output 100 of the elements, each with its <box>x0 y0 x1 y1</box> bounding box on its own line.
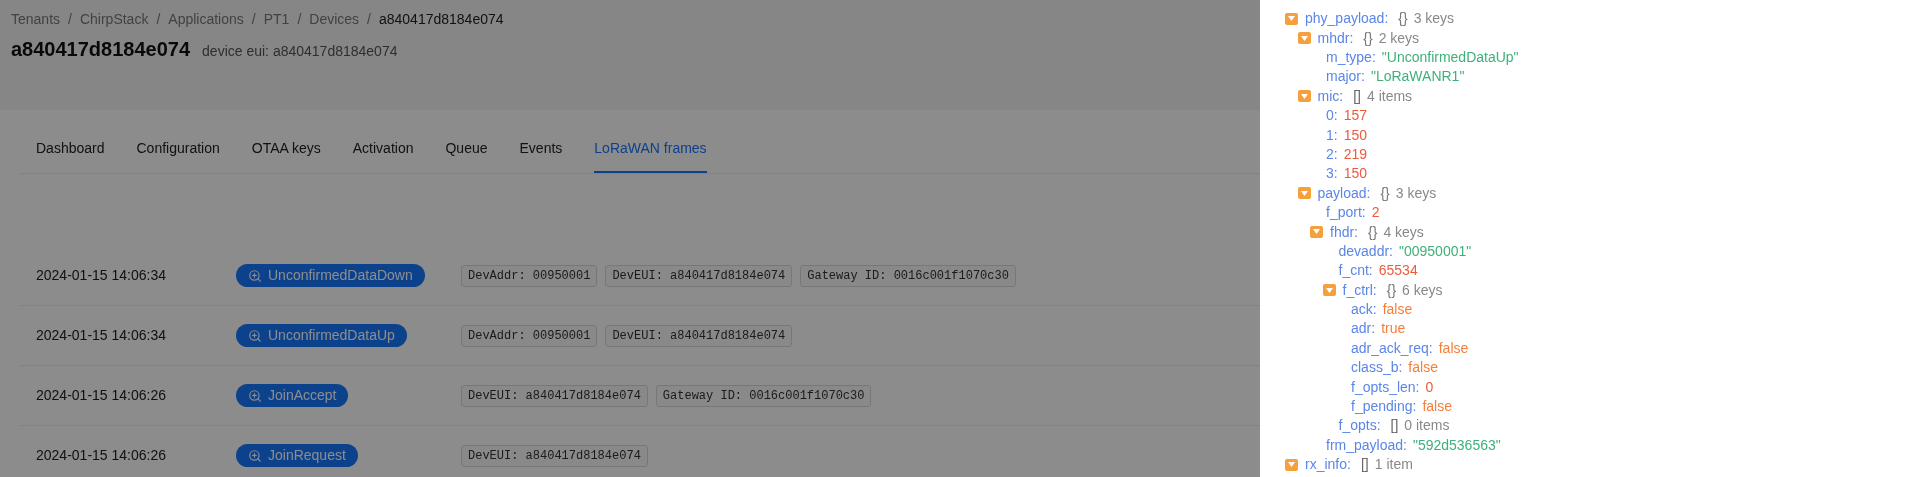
tree-value: 157 <box>1343 106 1368 126</box>
tree-key: major: <box>1326 66 1365 88</box>
frame-time: 2024-01-15 14:06:26 <box>36 446 167 465</box>
breadcrumb-link[interactable]: ChirpStack <box>79 9 149 30</box>
tree-key: class_b: <box>1351 357 1403 379</box>
tree-key: devaddr: <box>1338 240 1393 262</box>
zoom-in-icon <box>248 328 262 343</box>
item-count: 3 keys <box>1413 9 1455 29</box>
tree-key: 0: <box>1326 105 1338 127</box>
tree-key: adr: <box>1351 318 1376 340</box>
tree-key: m_type: <box>1326 47 1376 68</box>
tree-value: "592d536563" <box>1412 435 1501 455</box>
tree-value: true <box>1381 319 1406 339</box>
tree-value: "LoRaWANR1" <box>1370 67 1465 87</box>
tree-key: f_pending: <box>1351 396 1417 417</box>
tree-value: false <box>1438 338 1469 358</box>
breadcrumb-link[interactable]: Devices <box>309 9 360 30</box>
item-count: 4 keys <box>1383 222 1424 242</box>
tree-value: false <box>1422 397 1452 416</box>
tree-key: f_opts: <box>1338 415 1381 437</box>
tab[interactable]: Dashboard <box>36 126 105 173</box>
item-count: 0 items <box>1404 416 1450 436</box>
tree-value: 150 <box>1343 125 1368 145</box>
tree-key: payload: <box>1317 182 1371 204</box>
tree-key: adr_ack_req: <box>1351 337 1433 359</box>
frame-time: 2024-01-15 14:06:26 <box>36 386 167 405</box>
tree-value: "UnconfirmedDataUp" <box>1381 48 1519 67</box>
breadcrumb-link[interactable]: Tenants <box>11 9 61 30</box>
frame-type-button[interactable]: UnconfirmedDataUp <box>236 324 407 347</box>
tree-key: 2: <box>1326 143 1338 165</box>
tree-key: mic: <box>1317 85 1344 107</box>
tree-value: false <box>1408 358 1438 378</box>
expand-caret-icon[interactable] <box>1285 458 1298 471</box>
item-count: 6 keys <box>1402 280 1443 300</box>
frame-tag: DevEUI: a840417d8184e074 <box>605 264 793 287</box>
breadcrumb-separator: / <box>156 10 161 29</box>
item-count: 3 keys <box>1395 183 1437 203</box>
item-count: 1 item <box>1374 455 1413 475</box>
expand-caret-icon[interactable] <box>1297 187 1311 200</box>
tree-value: 2 <box>1371 203 1380 223</box>
zoom-in-icon <box>248 448 262 463</box>
bracket-symbol: {} <box>1368 222 1378 242</box>
tab[interactable]: OTAA keys <box>251 126 321 173</box>
expand-caret-icon[interactable] <box>1310 226 1323 238</box>
tab[interactable]: Queue <box>445 126 488 173</box>
frame-type-button[interactable]: JoinAccept <box>236 384 349 407</box>
tree-value: false <box>1382 300 1413 320</box>
tree-value: 65534 <box>1378 261 1418 281</box>
breadcrumb-separator: / <box>367 10 371 29</box>
frame-tag: DevAddr: 00950001 <box>461 324 598 347</box>
tab[interactable]: Activation <box>352 126 414 173</box>
tree-key: f_cnt: <box>1338 260 1373 282</box>
breadcrumb-link[interactable]: Applications <box>168 9 244 30</box>
item-count: 4 items <box>1366 86 1413 106</box>
breadcrumb-separator: / <box>297 10 302 29</box>
breadcrumb-separator: / <box>251 10 256 29</box>
zoom-in-icon <box>248 388 262 403</box>
bracket-symbol: {} <box>1380 183 1390 203</box>
bracket-symbol: [] <box>1360 455 1369 475</box>
tab[interactable]: Events <box>519 126 563 173</box>
page-title: a840417d8184e074 <box>11 37 191 62</box>
frame-type-button[interactable]: UnconfirmedDataDown <box>236 264 425 287</box>
bracket-symbol: [] <box>1390 416 1399 436</box>
breadcrumb-separator: / <box>68 10 72 29</box>
frame-tag: DevEUI: a840417d8184e074 <box>461 384 648 407</box>
tree-key: frm_payload: <box>1326 434 1407 456</box>
tree-value: "00950001" <box>1399 241 1472 261</box>
tree-key: f_port: <box>1326 202 1366 224</box>
tree-value: 150 <box>1343 164 1368 184</box>
tab[interactable]: Configuration <box>136 126 220 173</box>
tree-key: mhdr: <box>1317 27 1354 49</box>
expand-caret-icon[interactable] <box>1297 90 1311 103</box>
tree-value: 219 <box>1343 144 1368 164</box>
tree-key: f_ctrl: <box>1342 279 1377 301</box>
bracket-symbol: [] <box>1353 86 1361 106</box>
expand-caret-icon[interactable] <box>1322 284 1336 297</box>
frame-tag: Gateway ID: 0016c001f1070c30 <box>800 264 1016 287</box>
zoom-in-icon <box>248 268 262 283</box>
item-count: 2 keys <box>1378 28 1420 48</box>
tree-key: fhdr: <box>1330 221 1358 243</box>
tree-key: 3: <box>1326 163 1338 185</box>
frame-time: 2024-01-15 14:06:34 <box>36 266 167 285</box>
bracket-symbol: {} <box>1386 280 1397 300</box>
tree-key: f_opts_len: <box>1351 376 1420 398</box>
bracket-symbol: {} <box>1363 28 1373 48</box>
frame-tag: Gateway ID: 0016c001f1070c30 <box>655 384 872 407</box>
page-subtitle: device eui: a840417d8184e074 <box>202 42 398 61</box>
tree-key: ack: <box>1351 299 1377 321</box>
frame-time: 2024-01-15 14:06:34 <box>36 326 167 345</box>
tree-key: 1: <box>1326 124 1338 146</box>
breadcrumb-link[interactable]: PT1 <box>263 9 290 30</box>
tab[interactable]: LoRaWAN frames <box>594 126 707 173</box>
bracket-symbol: {} <box>1398 9 1408 29</box>
frame-type-button[interactable]: JoinRequest <box>236 444 358 467</box>
tree-value: 0 <box>1425 377 1434 397</box>
frame-tag: DevEUI: a840417d8184e074 <box>461 444 648 467</box>
tree-key: rx_info: <box>1305 454 1351 476</box>
expand-caret-icon[interactable] <box>1297 32 1311 45</box>
expand-caret-icon[interactable] <box>1285 12 1298 25</box>
tree-key: phy_payload: <box>1305 8 1389 30</box>
